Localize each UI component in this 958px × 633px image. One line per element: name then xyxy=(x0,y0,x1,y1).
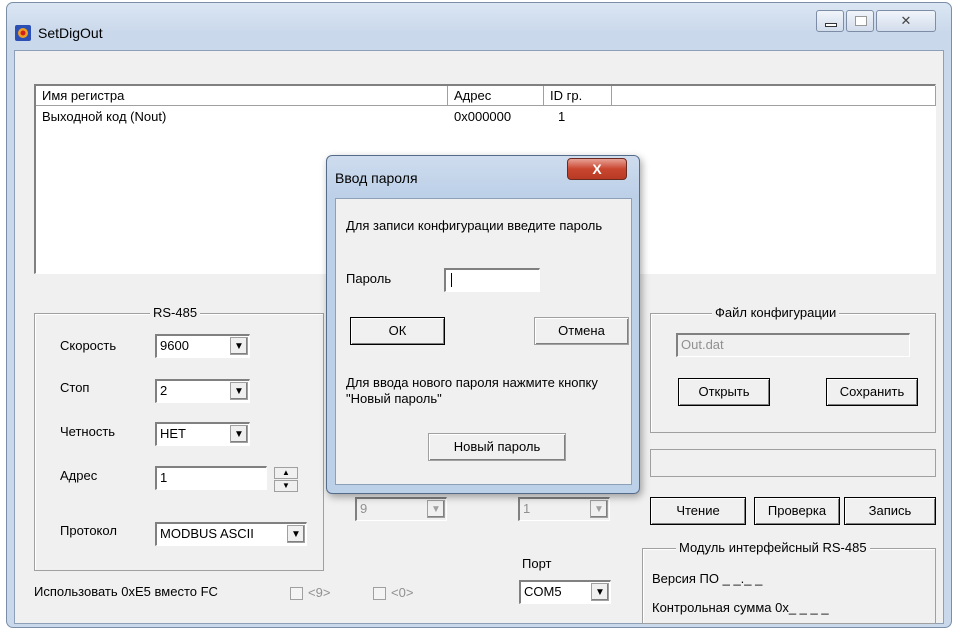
checkbox-0[interactable] xyxy=(373,587,386,600)
chevron-down-icon: ▼ xyxy=(591,583,609,601)
chevron-down-icon: ▼ xyxy=(230,425,248,443)
cancel-button[interactable]: Отмена xyxy=(534,317,629,345)
column-header-name[interactable]: Имя регистра xyxy=(36,86,448,106)
port-label: Порт xyxy=(522,556,552,571)
module-group-title: Модуль интерфейсный RS-485 xyxy=(676,540,870,555)
combo-b-select[interactable]: 1 ▼ xyxy=(518,497,610,521)
column-header-filler xyxy=(612,86,936,106)
open-button[interactable]: Открыть xyxy=(678,378,770,406)
dialog-client: Для записи конфигурации введите пароль П… xyxy=(335,198,632,485)
address-input[interactable]: 1 xyxy=(155,466,267,490)
config-file-input[interactable]: Out.dat xyxy=(676,333,910,357)
checkbox-9[interactable] xyxy=(290,587,303,600)
write-button[interactable]: Запись xyxy=(844,497,936,525)
parity-value: НЕТ xyxy=(160,426,186,441)
address-value: 1 xyxy=(160,470,168,485)
checkbox-9-label: <9> xyxy=(308,585,331,600)
rs485-group-title: RS-485 xyxy=(150,305,201,320)
version-label: Версия ПО _ _._ _ xyxy=(652,571,763,586)
password-dialog: Ввод пароля X Для записи конфигурации вв… xyxy=(326,155,640,494)
speed-label: Скорость xyxy=(60,338,117,353)
text-cursor xyxy=(451,273,452,287)
arrow-up-icon: ▲ xyxy=(282,468,290,477)
checksum-label: Контрольная сумма 0x_ _ _ _ xyxy=(652,600,829,615)
protocol-value: MODBUS ASCII xyxy=(160,526,254,541)
combo-a-value: 9 xyxy=(360,501,368,516)
config-file-group-title: Файл конфигурации xyxy=(712,305,840,320)
list-item-name[interactable]: Выходной код (Nout) xyxy=(42,108,166,126)
dialog-title: Ввод пароля xyxy=(335,170,418,186)
speed-select[interactable]: 9600 ▼ xyxy=(155,334,250,358)
check-button[interactable]: Проверка xyxy=(754,497,840,525)
list-item-id[interactable]: 1 xyxy=(558,108,565,126)
combo-a-select[interactable]: 9 ▼ xyxy=(355,497,447,521)
password-input[interactable] xyxy=(444,268,540,292)
checkbox-0-label: <0> xyxy=(391,585,414,600)
maximize-button[interactable] xyxy=(846,10,874,32)
chevron-down-icon: ▼ xyxy=(287,525,305,543)
status-strip xyxy=(650,449,936,477)
dialog-close-button[interactable]: X xyxy=(567,158,627,180)
dialog-prompt: Для записи конфигурации введите пароль xyxy=(346,218,603,233)
column-header-id[interactable]: ID гр. xyxy=(544,86,612,106)
chevron-down-icon: ▼ xyxy=(427,500,445,518)
maximize-icon xyxy=(855,16,867,26)
port-select[interactable]: COM5 ▼ xyxy=(519,580,611,604)
password-label: Пароль xyxy=(346,271,392,286)
config-file-value: Out.dat xyxy=(681,337,724,352)
parity-label: Четность xyxy=(60,424,116,439)
stop-value: 2 xyxy=(160,383,168,398)
dialog-hint: Для ввода нового пароля нажмите кнопку "… xyxy=(346,375,598,406)
close-button[interactable]: ✕ xyxy=(876,10,936,32)
window-title: SetDigOut xyxy=(38,25,103,41)
new-password-button[interactable]: Новый пароль xyxy=(428,433,566,461)
address-label: Адрес xyxy=(60,468,98,483)
parity-select[interactable]: НЕТ ▼ xyxy=(155,422,250,446)
address-spin-down[interactable]: ▼ xyxy=(274,480,298,492)
combo-b-value: 1 xyxy=(523,501,531,516)
close-icon: X xyxy=(592,161,602,177)
minimize-icon xyxy=(825,23,837,27)
config-file-group xyxy=(650,313,936,433)
protocol-select[interactable]: MODBUS ASCII ▼ xyxy=(155,522,307,546)
close-icon: ✕ xyxy=(900,13,912,28)
port-value: COM5 xyxy=(524,584,562,599)
read-button[interactable]: Чтение xyxy=(650,497,746,525)
stop-select[interactable]: 2 ▼ xyxy=(155,379,250,403)
ok-button[interactable]: ОК xyxy=(350,317,445,345)
list-item-address[interactable]: 0x000000 xyxy=(454,108,511,126)
app-icon xyxy=(14,24,32,42)
use-e5-label: Использовать 0xE5 вместо FC xyxy=(34,584,218,599)
save-config-button[interactable]: Сохранить xyxy=(826,378,918,406)
address-spin-up[interactable]: ▲ xyxy=(274,467,298,479)
chevron-down-icon: ▼ xyxy=(590,500,608,518)
speed-value: 9600 xyxy=(160,338,189,353)
column-header-address[interactable]: Адрес xyxy=(448,86,544,106)
chevron-down-icon: ▼ xyxy=(230,382,248,400)
stop-label: Стоп xyxy=(60,380,90,395)
protocol-label: Протокол xyxy=(60,523,117,538)
arrow-down-icon: ▼ xyxy=(282,481,290,490)
minimize-button[interactable] xyxy=(816,10,844,32)
chevron-down-icon: ▼ xyxy=(230,337,248,355)
